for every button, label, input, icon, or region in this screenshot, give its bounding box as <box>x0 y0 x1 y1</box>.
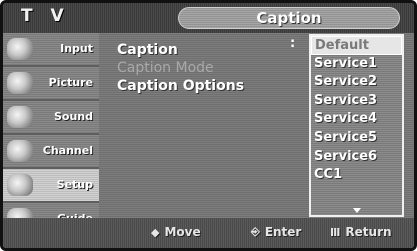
move-icon: ◆ <box>151 225 160 239</box>
caption-dropdown-list[interactable]: Default Service1 Service2 Service3 Servi… <box>309 34 404 217</box>
sound-icon <box>7 106 33 128</box>
sidebar-item-label: Picture <box>48 76 93 89</box>
title-pill: Caption <box>178 7 400 29</box>
dropdown-item-service4[interactable]: Service4 <box>311 110 402 129</box>
page-title: Caption <box>256 9 322 27</box>
enter-hint: ⎆ Enter <box>251 225 301 239</box>
sidebar-item-label: Channel <box>42 144 93 157</box>
sidebar-item-channel[interactable]: Channel <box>3 135 99 169</box>
dropdown-item-default[interactable]: Default <box>311 36 402 55</box>
options-panel: Caption Caption Mode Caption Options <box>104 33 304 218</box>
channel-icon <box>7 140 33 162</box>
option-caption-mode[interactable]: Caption Mode <box>117 60 214 76</box>
tv-label: T V <box>21 6 70 26</box>
scroll-down-icon[interactable] <box>353 208 361 213</box>
dropdown-item-cc1[interactable]: CC1 <box>311 166 402 185</box>
dropdown-item-service1[interactable]: Service1 <box>311 55 402 74</box>
value-separator: : <box>290 36 296 51</box>
dropdown-item-service5[interactable]: Service5 <box>311 129 402 148</box>
sidebar-item-picture[interactable]: Picture <box>3 67 99 101</box>
sidebar: Input Picture Sound Channel Setup Guide <box>3 33 99 248</box>
sidebar-item-sound[interactable]: Sound <box>3 101 99 135</box>
dropdown-item-service6[interactable]: Service6 <box>311 148 402 167</box>
return-label: Return <box>345 225 392 239</box>
dropdown-item-service3[interactable]: Service3 <box>311 92 402 111</box>
option-caption[interactable]: Caption <box>117 42 178 58</box>
tv-osd-screen: T V Caption Input Picture Sound Channel … <box>0 0 417 251</box>
return-icon: Ⅲ <box>330 225 341 239</box>
sidebar-item-label: Sound <box>53 110 93 123</box>
move-hint: ◆ Move <box>151 225 201 239</box>
enter-icon: ⎆ <box>251 225 260 238</box>
move-label: Move <box>164 225 201 239</box>
enter-label: Enter <box>264 225 302 239</box>
setup-icon <box>7 174 33 196</box>
header-bar: T V Caption <box>3 3 414 33</box>
option-caption-options[interactable]: Caption Options <box>117 78 244 94</box>
footer-bar: ◆ Move ⎆ Enter Ⅲ Return <box>3 218 414 248</box>
dropdown-item-service2[interactable]: Service2 <box>311 73 402 92</box>
sidebar-item-label: Input <box>60 42 93 55</box>
picture-icon <box>7 72 33 94</box>
input-icon <box>7 38 33 60</box>
sidebar-item-setup[interactable]: Setup <box>3 169 99 203</box>
sidebar-item-input[interactable]: Input <box>3 33 99 67</box>
return-hint: Ⅲ Return <box>330 225 392 239</box>
sidebar-item-label: Setup <box>56 178 93 191</box>
